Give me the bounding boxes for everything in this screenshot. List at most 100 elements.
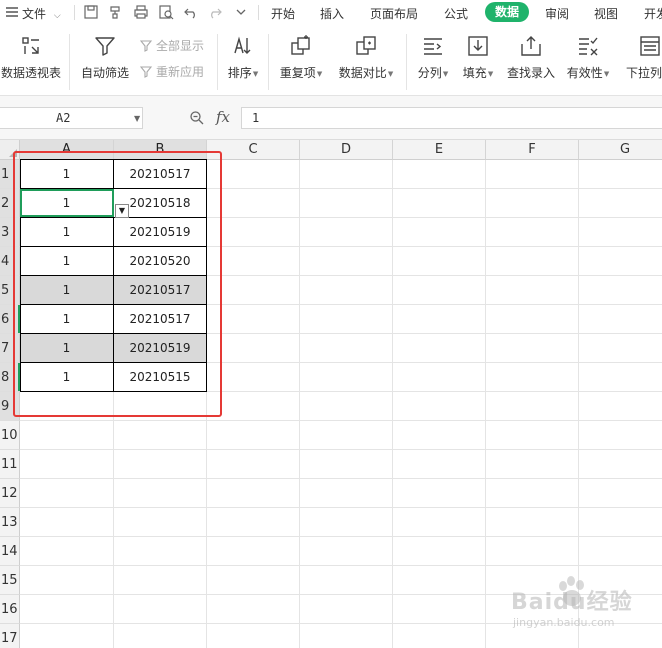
cell-b3[interactable]: 20210519: [114, 218, 207, 247]
cell-a5[interactable]: 1: [20, 276, 114, 305]
row-header-7[interactable]: 7: [0, 334, 20, 363]
tab-view[interactable]: 视图: [594, 5, 618, 22]
column-header-d[interactable]: D: [300, 140, 393, 160]
cell-a3[interactable]: 1: [20, 218, 114, 247]
row-header-13[interactable]: 13: [0, 508, 20, 537]
split-text: 分列: [417, 66, 442, 80]
grid-column-line: [392, 160, 393, 648]
redo-icon[interactable]: [207, 4, 223, 20]
cell-b8[interactable]: 20210515: [114, 363, 207, 392]
row-header-5[interactable]: 5: [0, 276, 20, 305]
sheet-grid[interactable]: ABCDEFG 1 2 3 4 5 6 7 8 9 10 11 12 13 14 15 16 17 1 20210…: [0, 140, 662, 648]
print-preview-icon[interactable]: [158, 4, 174, 20]
column-header-a[interactable]: A: [20, 140, 114, 160]
row-header-6[interactable]: 6: [0, 305, 20, 334]
row-header-11[interactable]: 11: [0, 450, 20, 479]
row-header-1[interactable]: 1: [0, 160, 20, 189]
data-compare-button[interactable]: 数据对比▼: [336, 34, 396, 90]
chevron-down-icon: ▼: [442, 70, 449, 78]
tab-insert[interactable]: 插入: [320, 5, 344, 22]
pivot-table-icon: [19, 34, 43, 58]
auto-filter-button[interactable]: 自动筛选: [78, 34, 132, 90]
row-header-10[interactable]: 10: [0, 421, 20, 450]
cell-a2[interactable]: 1: [20, 189, 114, 218]
cell-a8[interactable]: 1: [20, 363, 114, 392]
save-icon[interactable]: [83, 4, 99, 20]
file-menu[interactable]: 文件 ⌵: [22, 5, 61, 22]
row-header-14[interactable]: 14: [0, 537, 20, 566]
cell-b1[interactable]: 20210517: [114, 160, 207, 189]
grid-row-line: [20, 449, 662, 450]
grid-column-line: [485, 160, 486, 648]
select-all-corner[interactable]: [0, 140, 20, 160]
grid-row-line: [20, 478, 662, 479]
customize-toolbar-icon[interactable]: [233, 4, 249, 20]
split-columns-button[interactable]: 分列▼: [414, 34, 452, 90]
divider: [217, 34, 218, 90]
fill-down-icon: [466, 34, 490, 58]
sort-label: 排序▼: [224, 64, 262, 81]
row-header-12[interactable]: 12: [0, 479, 20, 508]
duplicates-button[interactable]: 重复项▼: [278, 34, 324, 90]
column-header-g[interactable]: G: [579, 140, 662, 160]
cell-b6[interactable]: 20210517: [114, 305, 207, 334]
row-header-3[interactable]: 3: [0, 218, 20, 247]
row-header-16[interactable]: 16: [0, 595, 20, 624]
duplicates-text: 重复项: [279, 66, 316, 80]
row-header-15[interactable]: 15: [0, 566, 20, 595]
tab-home[interactable]: 开始: [271, 5, 295, 22]
cell-a7[interactable]: 1: [20, 334, 114, 363]
grid-row-line: [20, 507, 662, 508]
undo-icon[interactable]: [183, 4, 199, 20]
sort-icon: [231, 34, 255, 58]
pivot-table-button[interactable]: 数据透视表: [0, 34, 62, 90]
spreadsheet-app: 文件 ⌵ 开始 插入 页面布局 公式 数据 审阅 视图 开 数据透视表 自动筛选…: [0, 0, 662, 648]
formula-input[interactable]: 1: [241, 107, 662, 129]
cell-b7[interactable]: 20210519: [114, 334, 207, 363]
column-header-c[interactable]: C: [207, 140, 300, 160]
tab-data[interactable]: 数据: [485, 2, 529, 22]
reapply-label: 重新应用: [156, 65, 205, 79]
column-header-b[interactable]: B: [114, 140, 207, 160]
tab-review[interactable]: 审阅: [545, 5, 569, 22]
cell-a1[interactable]: 1: [20, 160, 114, 189]
chevron-down-icon: ▼: [603, 70, 610, 78]
menu-icon[interactable]: [4, 4, 20, 20]
row-header-8[interactable]: 8: [0, 363, 20, 392]
dropdown-list-button[interactable]: 下拉列表: [620, 34, 662, 90]
cell-a4[interactable]: 1: [20, 247, 114, 276]
formula-bar: A2 ▼ fx 1: [0, 96, 662, 140]
print-icon[interactable]: [133, 4, 149, 20]
divider: [258, 5, 259, 20]
grid-row-line: [20, 565, 662, 566]
filter-icon: [93, 34, 117, 58]
cell-b5[interactable]: 20210517: [114, 276, 207, 305]
tab-formulas[interactable]: 公式: [444, 5, 468, 22]
tab-page-layout[interactable]: 页面布局: [370, 5, 418, 22]
column-header-f[interactable]: F: [486, 140, 579, 160]
chevron-down-icon: ▼: [252, 70, 259, 78]
cell-b4[interactable]: 20210520: [114, 247, 207, 276]
fill-button[interactable]: 填充▼: [459, 34, 497, 90]
format-painter-icon[interactable]: [108, 4, 124, 20]
validity-button[interactable]: 有效性▼: [564, 34, 612, 90]
lookup-entry-button[interactable]: 查找录入: [505, 34, 557, 90]
column-header-e[interactable]: E: [393, 140, 486, 160]
row-header-17[interactable]: 17: [0, 624, 20, 648]
cell-a6[interactable]: 1: [20, 305, 114, 334]
name-box[interactable]: A2: [0, 107, 143, 129]
chevron-down-icon[interactable]: ▼: [134, 114, 140, 123]
filter-dropdown-icon[interactable]: ▼: [115, 204, 129, 218]
row-header-9[interactable]: 9: [0, 392, 20, 421]
row-header-4[interactable]: 4: [0, 247, 20, 276]
row-header-2[interactable]: 2: [0, 189, 20, 218]
zoom-icon[interactable]: [189, 110, 205, 126]
reapply-button[interactable]: 重新应用: [139, 63, 205, 80]
tab-developer[interactable]: 开发: [644, 5, 662, 22]
function-icon[interactable]: fx: [216, 108, 230, 126]
sort-button[interactable]: 排序▼: [224, 34, 262, 90]
divider: [74, 5, 75, 20]
split-columns-label: 分列▼: [414, 64, 452, 81]
grid-column-line: [299, 160, 300, 648]
show-all-button[interactable]: 全部显示: [139, 37, 204, 54]
